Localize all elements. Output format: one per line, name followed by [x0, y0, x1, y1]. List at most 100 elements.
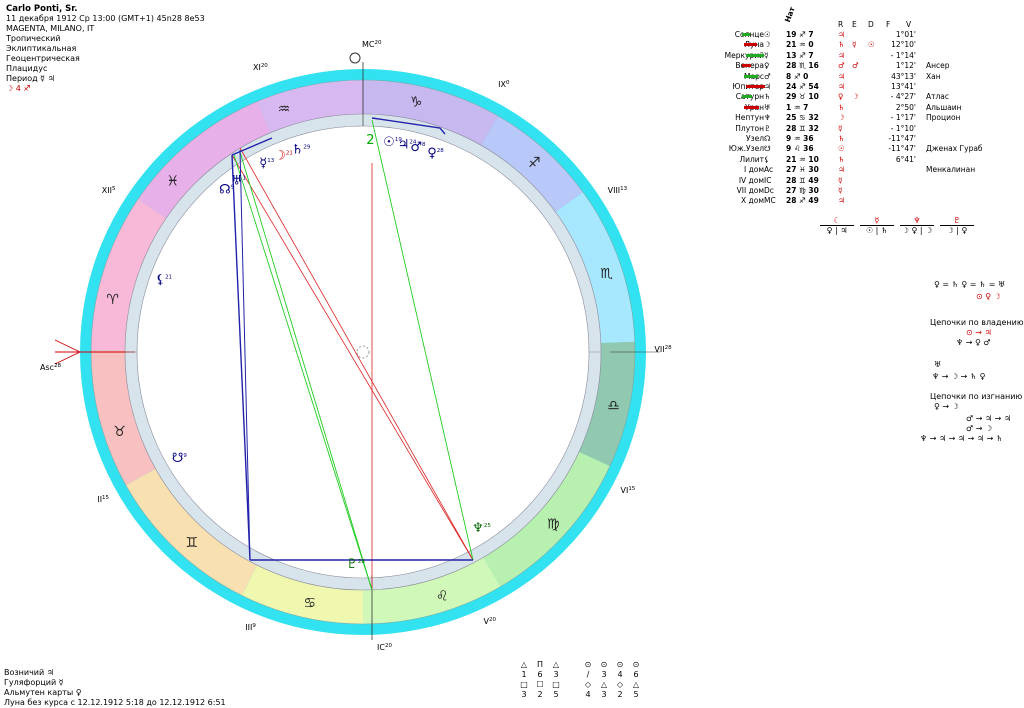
legend-symbol: 2 — [537, 690, 543, 699]
house-label-V: V20 — [484, 617, 497, 626]
natal-chart-wheel[interactable]: IX0 VIII13 VII28 VI15 V20 III9 II15 XII5 XI20 MC… — [0, 0, 680, 705]
table-row: Солнце☉ 19 ♐ 7 ♃ 1°01' — [690, 30, 1020, 40]
legend-symbol: 6 — [633, 670, 639, 679]
table-cell: 9 ♌ 36 — [786, 144, 814, 154]
table-cell: ☿ — [838, 123, 843, 133]
reception-top: ☿ — [874, 216, 880, 225]
chart-footer: Возничий ♃ Гуляфорций ☿ Альмутен карты ♀… — [4, 668, 226, 708]
table-cell: ♀ — [764, 61, 770, 71]
table-cell: ☿ — [852, 40, 857, 50]
table-cell: X дом — [741, 196, 764, 206]
table-cell: 21 ♒ 0 — [786, 40, 814, 50]
table-cell: 28 ♏ 16 — [786, 61, 819, 71]
legend-symbol: 1 — [521, 670, 527, 679]
table-cell: Дженах Гураб — [926, 144, 983, 154]
aspect-legend: △ Π △ ⊙ ⊙ ⊙ ⊙ 1 6 3/3 4 6 □ ☐ □ ◇ △ ◇ △ 3 2 5 4 3 2 5 — [518, 660, 639, 704]
footer-line-2: Гуляфорций ☿ — [4, 678, 64, 687]
table-cell: ♃ — [838, 50, 845, 60]
table-cell: - 1°14' — [890, 50, 916, 60]
table-cell: ☽ — [838, 113, 845, 123]
mc-label: MC20 — [362, 40, 382, 49]
legend-symbol: 3 — [601, 670, 607, 679]
legend-symbol: ⊙ — [600, 660, 608, 669]
legend-symbol: 5 — [633, 690, 639, 699]
table-cell: ⚸ — [764, 154, 770, 164]
table-cell: ♇ — [764, 123, 771, 133]
sign-glyph: ♉ — [113, 424, 126, 440]
sign-glyph: ♊ — [185, 535, 198, 551]
table-cell: ☿ — [764, 50, 769, 60]
house-label-III: III9 — [245, 623, 256, 632]
table-cell: ☿ — [838, 175, 843, 185]
table-row: Сатурн♄ 29 ♉ 10 ♀ ☽ - 4°27' Атлас — [690, 92, 1020, 102]
table-cell: ♃ — [838, 165, 845, 175]
reception-box: ☾ ♀ | ♃ — [820, 216, 854, 235]
legend-symbol: ◇ — [616, 680, 624, 689]
table-cell: Альшаин — [926, 102, 962, 112]
table-row: VII дом Dc 27 ♍ 30 ☿ — [690, 186, 1020, 196]
table-cell: - 1°10' — [890, 123, 916, 133]
legend-symbol: 6 — [537, 670, 543, 679]
table-cell: Атлас — [926, 92, 950, 102]
house-label-IX: IX0 — [498, 80, 510, 89]
table-cell: -11°47' — [888, 134, 916, 143]
aspect-field — [136, 125, 590, 579]
table-cell: VII дом — [736, 186, 764, 195]
house-label-II: II15 — [97, 495, 109, 504]
table-cell: ♃ — [838, 71, 845, 81]
table-cell: 13°41' — [891, 82, 916, 91]
legend-symbol: ⊙ — [632, 660, 640, 669]
legend-symbol: 4 — [617, 670, 623, 679]
table-cell: ☊ — [764, 134, 771, 143]
legend-symbol: △ — [520, 660, 528, 669]
table-cell: Dc — [764, 186, 774, 195]
legend-symbol: △ — [600, 680, 608, 689]
sign-glyph: ♐ — [528, 155, 541, 171]
house-label-VIII: VIII13 — [608, 186, 628, 195]
legend-symbol: 4 — [585, 690, 591, 699]
table-cell: Нептун — [735, 113, 764, 123]
relation-line2: ⊙ ♀ ☽ — [976, 292, 1001, 301]
table-cell: Солнце — [690, 30, 764, 39]
strength-bar — [744, 43, 757, 47]
table-row: Венера♀ 28 ♏ 16 ♂ ♂ 1°12' Ансер — [690, 61, 1020, 71]
table-cell: ♃ — [838, 82, 845, 91]
legend-symbol: △ — [632, 680, 640, 689]
table-cell: ♄ — [764, 92, 771, 102]
table-cell: ♃ — [838, 30, 845, 39]
table-cell: 28 ♊ 32 — [786, 123, 819, 133]
mc-marker — [349, 52, 361, 64]
strength-bar — [742, 64, 751, 68]
table-cell: Ac — [764, 165, 774, 175]
table-cell: 27 ♓ 30 — [786, 165, 819, 175]
table-row: Нептун ♆ 25 ♋ 32 ☽ - 1°17' Процион — [690, 113, 1020, 123]
table-cell: 43°13' — [891, 71, 916, 81]
table-row: Юпитер♃24 ♐ 54♃13°41' — [690, 82, 1020, 92]
table-cell: Узел — [746, 134, 764, 143]
table-cell: IV дом — [738, 175, 764, 185]
table-cell: Лилит — [739, 154, 764, 164]
reception-bottom: ☽ ♀ | ☽ — [900, 225, 934, 235]
table-cell: ♀ — [838, 92, 844, 102]
reception-box: ♆ ☽ ♀ | ☽ — [900, 216, 934, 235]
footer-line-4: Луна без курса с 12.12.1912 5:18 до 12.1… — [4, 698, 226, 707]
table-cell: ♅ — [764, 102, 771, 112]
sign-glyph: ♎ — [607, 398, 620, 414]
table-cell: Венера — [690, 61, 764, 70]
table-cell: 13 ♐ 7 — [786, 50, 814, 60]
table-cell: 27 ♍ 30 — [786, 186, 819, 195]
sign-glyph: ♏ — [600, 266, 613, 282]
table-cell: 21 ♒ 10 — [786, 154, 819, 164]
sign-glyph: ♈ — [106, 292, 119, 308]
reception-top: ☾ — [833, 216, 841, 225]
strength-bar — [744, 74, 758, 78]
ic-label: IC20 — [377, 643, 392, 652]
strength-bar — [742, 33, 750, 36]
table-cell: Сатурн — [690, 92, 764, 101]
table-cell: 28 ♐ 49 — [786, 196, 819, 206]
col-header: V — [906, 20, 912, 29]
table-cell: ♄ — [838, 134, 845, 143]
table-cell: 6°41' — [895, 154, 916, 164]
table-cell: ♂ — [838, 61, 845, 71]
table-cell: Юж.Узел — [728, 144, 764, 154]
